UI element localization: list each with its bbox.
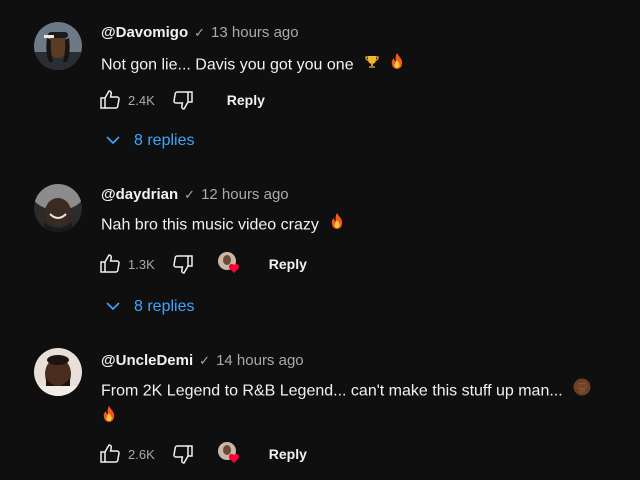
comment-timestamp[interactable]: 13 hours ago [211, 24, 299, 41]
chevron-down-icon [106, 298, 120, 316]
comment-timestamp[interactable]: 14 hours ago [216, 352, 304, 369]
thumbs-up-icon[interactable] [98, 442, 122, 466]
creator-heart-icon [217, 251, 243, 277]
comment-actions: 2.4K Reply [98, 86, 265, 114]
author-name[interactable]: @UncleDemi [101, 352, 193, 369]
avatar[interactable] [34, 348, 82, 396]
replies-count-label: 8 replies [134, 132, 195, 149]
thumbs-up-icon[interactable] [98, 252, 122, 276]
like-count: 2.4K [128, 92, 155, 108]
comment-header: @Davomigo ✓ 13 hours ago [101, 24, 299, 41]
comment-text-body: Nah bro this music video crazy [101, 216, 319, 234]
thumbs-down-icon[interactable] [171, 252, 195, 276]
raised-fist-icon [573, 378, 591, 405]
checkmark-icon: ✓ [199, 352, 211, 368]
comment-actions: 2.6K Reply [98, 440, 307, 468]
reply-button[interactable]: Reply [269, 446, 307, 462]
like-count: 1.3K [128, 256, 155, 272]
fire-icon [329, 212, 345, 239]
view-replies-button[interactable]: 8 replies [106, 132, 194, 150]
fire-icon [101, 405, 117, 432]
comment-text: Not gon lie... Davis you got you one [101, 52, 621, 79]
checkmark-icon: ✓ [194, 24, 206, 40]
comment-text: From 2K Legend to R&B Legend... can't ma… [101, 378, 621, 432]
checkmark-icon: ✓ [184, 186, 196, 202]
reply-button[interactable]: Reply [269, 256, 307, 272]
replies-count-label: 8 replies [134, 298, 195, 315]
view-replies-button[interactable]: 8 replies [106, 298, 194, 316]
thumbs-up-icon[interactable] [98, 88, 122, 112]
comment-text-body: From 2K Legend to R&B Legend... can't ma… [101, 382, 563, 400]
reply-button[interactable]: Reply [227, 92, 265, 108]
thumbs-down-icon[interactable] [171, 442, 195, 466]
like-count: 2.6K [128, 446, 155, 462]
comment-text-body: Not gon lie... Davis you got you one [101, 56, 354, 74]
author-name[interactable]: @Davomigo [101, 24, 188, 41]
avatar[interactable] [34, 22, 82, 70]
author-name[interactable]: @daydrian [101, 186, 178, 203]
comment-header: @daydrian ✓ 12 hours ago [101, 186, 289, 203]
fire-icon [389, 52, 405, 79]
comment-text: Nah bro this music video crazy [101, 212, 621, 239]
trophy-icon [364, 53, 380, 79]
comment-header: @UncleDemi ✓ 14 hours ago [101, 352, 304, 369]
thumbs-down-icon[interactable] [171, 88, 195, 112]
creator-heart-icon [217, 441, 243, 467]
comment-timestamp[interactable]: 12 hours ago [201, 186, 289, 203]
avatar[interactable] [34, 184, 82, 232]
chevron-down-icon [106, 132, 120, 150]
comment-actions: 1.3K Reply [98, 250, 307, 278]
